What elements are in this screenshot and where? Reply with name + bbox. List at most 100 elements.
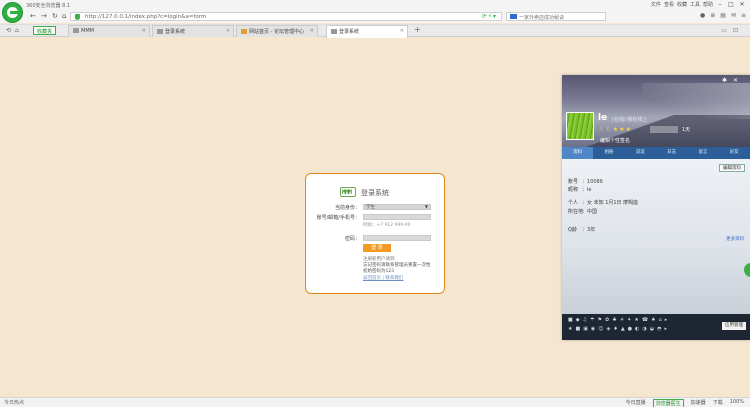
account-label: 账号/邮箱/手机号： <box>316 215 360 221</box>
panel-window-buttons[interactable]: ✱✕ <box>722 77 744 84</box>
profile-row: 昵称 ：le <box>568 187 592 193</box>
accelerator-link[interactable]: 加速器 <box>691 399 706 407</box>
window-title: 360安全浏览器 8.1 <box>26 3 71 9</box>
password-label: 密码： <box>344 236 360 242</box>
extension-icon[interactable]: ⊕ <box>710 12 715 19</box>
tab-label: 登录系统 <box>165 29 186 35</box>
tab-blog[interactable]: 日志 <box>656 147 687 159</box>
menu-help[interactable]: 帮助 <box>703 1 713 8</box>
profile-row: 账号 ：10086 <box>568 179 603 185</box>
password-input[interactable] <box>363 235 431 241</box>
app-icons-row[interactable]: ■◆♫☂⚑✿♣☀✦★☎♠⌂▸ <box>568 317 670 323</box>
title-bar <box>0 0 750 11</box>
window-menu: 文件 查看 收藏 工具 帮助 – □ ✕ <box>651 1 746 8</box>
brand-logo: MMM <box>340 187 356 197</box>
vip-days: 1天 <box>682 127 691 133</box>
search-input[interactable]: 一家外卖店成功秘诀 <box>506 12 606 21</box>
tab-close-icon[interactable]: ✕ <box>310 28 314 34</box>
zoom-level[interactable]: 100% <box>730 399 744 407</box>
tab-forum[interactable]: 网站首页 - 论坛管理中心 ✕ <box>236 25 318 37</box>
avatar[interactable] <box>566 112 594 140</box>
minimize-icon[interactable]: – <box>716 1 724 8</box>
browser-logo-icon[interactable] <box>2 2 23 23</box>
profile-body: 编辑资料 账号 ：10086 昵称 ：le 个人 ：女 未知 1月1日 摩羯座 所在地… <box>562 159 750 314</box>
identity-select[interactable]: 学生 ▼ <box>363 204 431 210</box>
hot-news-link[interactable]: 今日热点 <box>4 399 24 406</box>
account-hint: 例如：+7 912 999-00 <box>363 223 411 228</box>
extension-icon[interactable]: ▤ <box>720 12 726 19</box>
profile-row: 个人 ：女 未知 1月1日 摩羯座 <box>568 200 639 206</box>
menu-view[interactable]: 查看 <box>664 1 674 8</box>
identity-value: 学生 <box>366 205 375 210</box>
tab-close-icon[interactable]: ✕ <box>142 28 146 34</box>
level-icons: ☾☾★★★ <box>600 126 632 133</box>
maximize-icon[interactable]: □ <box>727 1 735 8</box>
menu-tools[interactable]: 工具 <box>690 1 700 8</box>
app-manager-button[interactable]: 应用管理 <box>722 322 746 330</box>
url-text[interactable]: http://127.0.0.1/index.php?c=login&a=for… <box>85 14 206 20</box>
tab-favicon-icon <box>331 29 337 34</box>
edit-profile-button[interactable]: 编辑资料 <box>719 164 745 172</box>
account-input[interactable] <box>363 214 431 220</box>
page-title: 登录系统 <box>361 189 389 197</box>
tab-moments[interactable]: 说说 <box>625 147 656 159</box>
tab-nav-icons[interactable]: ⟲⌂ <box>6 27 23 34</box>
back-icon[interactable]: ← <box>30 12 36 20</box>
close-icon[interactable]: ✕ <box>738 1 746 8</box>
tab-friends[interactable]: 好友 <box>719 147 750 159</box>
more-profile-link[interactable]: 更多资料 <box>726 236 744 242</box>
tab-close-icon[interactable]: ✕ <box>400 28 404 34</box>
tab-label: 登录系统 <box>339 29 360 35</box>
url-action-icons[interactable]: ⟳⚡▾ <box>482 13 497 20</box>
profile-row: Q龄 ：3年 <box>568 227 596 233</box>
profile-panel: ✱✕ le (在线) 我在线上 ☾☾★★★ 1天 编辑个性签名 资料 相册 说说… <box>562 75 750 340</box>
menu-icon[interactable]: ≡ <box>741 12 746 19</box>
signature[interactable]: 编辑个性签名 <box>600 137 630 144</box>
initial-password-note: 初始密码为123 <box>363 269 395 274</box>
identity-label: 当前身份： <box>334 205 360 211</box>
profile-status: (在线) 我在线上 <box>612 117 648 123</box>
profile-name: le <box>598 113 608 123</box>
tab-favicon-icon <box>157 29 163 34</box>
vip-badge <box>650 126 678 133</box>
tab-label: MMM <box>81 28 94 34</box>
profile-tabs: 资料 相册 说说 日志 留言 好友 <box>562 147 750 159</box>
profile-row: 所在地：中国 <box>568 209 598 215</box>
login-card: MMM 登录系统 当前身份： 学生 ▼ 账号/邮箱/手机号： 例如：+7 912… <box>305 173 445 294</box>
refresh-icon[interactable]: ↻ <box>52 12 58 20</box>
tab-favicon-icon <box>241 29 247 34</box>
tab-album[interactable]: 相册 <box>593 147 624 159</box>
tab-messages[interactable]: 留言 <box>687 147 718 159</box>
search-text[interactable]: 一家外卖店成功秘诀 <box>519 14 564 21</box>
new-tab-icon[interactable]: + <box>414 25 421 34</box>
menu-favorites[interactable]: 收藏 <box>677 1 687 8</box>
app-icons-row[interactable]: ★■▣◉☺◈♦▲●◐◑◒◓▸ <box>568 326 670 332</box>
forward-icon[interactable]: → <box>41 12 47 20</box>
tab-close-icon[interactable]: ✕ <box>226 28 230 34</box>
tab-mmm[interactable]: MMM ✕ <box>68 25 150 37</box>
tab-tools-icons[interactable]: ▭⊡ <box>721 27 744 34</box>
extension-icon[interactable]: ✉ <box>731 12 736 19</box>
footer-links[interactable]: 返回首页 | 联系我们 <box>363 275 403 281</box>
login-button[interactable]: 登 录 <box>363 244 391 252</box>
tab-favicon-icon <box>73 28 79 33</box>
url-input[interactable]: http://127.0.0.1/index.php?c=login&a=for… <box>70 12 502 21</box>
status-tools: 今日直播 浏览器医生 加速器 下载 100% <box>626 399 744 407</box>
app-tray: ■◆♫☂⚑✿♣☀✦★☎♠⌂▸ ★■▣◉☺◈♦▲●◐◑◒◓▸ 应用管理 <box>562 314 750 340</box>
extension-icon[interactable]: ● <box>700 12 705 19</box>
security-shield-icon <box>75 14 80 20</box>
tab-label: 网站首页 - 论坛管理中心 <box>249 29 304 35</box>
home-icon[interactable]: ⌂ <box>62 12 66 20</box>
favorites-button[interactable]: 收藏夹 <box>33 26 57 35</box>
chevron-down-icon: ▼ <box>424 204 428 209</box>
tab-login-active[interactable]: 登录系统 ✕ <box>326 25 408 38</box>
doctor-button[interactable]: 浏览器医生 <box>652 399 684 407</box>
status-bar: 今日热点 今日直播 浏览器医生 加速器 下载 100% <box>0 397 750 407</box>
search-engine-icon[interactable] <box>510 14 517 19</box>
extension-icons: ● ⊕ ▤ ✉ ≡ <box>700 12 746 19</box>
tab-login-1[interactable]: 登录系统 ✕ <box>152 25 234 37</box>
menu-file[interactable]: 文件 <box>651 1 661 8</box>
live-link[interactable]: 今日直播 <box>626 399 646 407</box>
download-link[interactable]: 下载 <box>713 399 723 407</box>
tab-profile[interactable]: 资料 <box>562 147 594 159</box>
